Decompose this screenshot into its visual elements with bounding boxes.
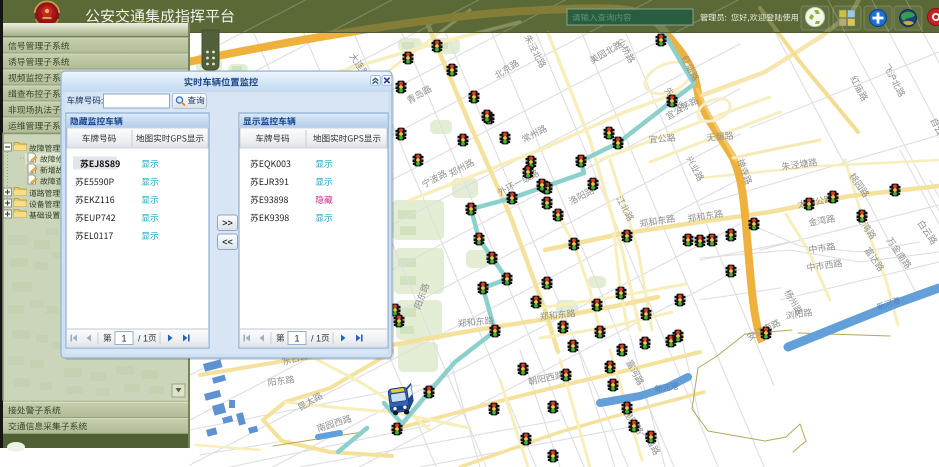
svg-text:>>: >> — [222, 218, 233, 228]
svg-text:/ 1: / 1 — [311, 334, 321, 344]
svg-text:/ 1: / 1 — [138, 334, 148, 344]
svg-text:<<: << — [222, 237, 233, 247]
svg-text:1: 1 — [294, 334, 299, 344]
svg-text:1: 1 — [121, 334, 126, 344]
